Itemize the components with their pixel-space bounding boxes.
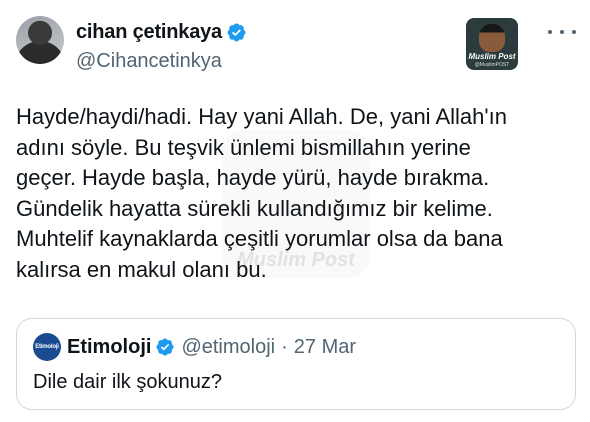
more-options-icon[interactable] — [548, 24, 576, 40]
author-avatar[interactable] — [16, 16, 64, 64]
author-display-name[interactable]: cihan çetinkaya — [76, 21, 222, 44]
quoted-date[interactable]: 27 Mar — [294, 336, 356, 359]
quoted-tweet[interactable]: Etimoloji Etimoloji @etimoloji · 27 Mar … — [16, 318, 576, 410]
source-badge-photo — [479, 24, 505, 52]
quoted-verified-badge-icon — [156, 338, 174, 356]
author-name-row: cihan çetinkaya — [76, 20, 247, 44]
quoted-header: Etimoloji @etimoloji · 27 Mar — [67, 335, 356, 359]
tweet-text: Hayde/haydi/hadi. Hay yani Allah. De, ya… — [16, 104, 507, 282]
quoted-display-name[interactable]: Etimoloji — [67, 336, 151, 359]
source-badge[interactable]: Muslim Post @MuslimPOST — [466, 18, 518, 70]
verified-badge-icon — [227, 23, 246, 41]
author-handle[interactable]: @Cihancetinkya — [76, 50, 222, 73]
quoted-text: Dile dair ilk şokunuz? — [33, 371, 222, 393]
source-badge-subtitle: @MuslimPOST — [474, 62, 510, 68]
quoted-separator: · — [281, 335, 288, 358]
quoted-handle[interactable]: @etimoloji — [181, 336, 275, 359]
quoted-avatar[interactable]: Etimoloji — [33, 333, 61, 361]
tweet-card: cihan çetinkaya @Cihancetinkya Muslim Po… — [0, 0, 590, 422]
source-badge-title: Muslim Post — [468, 52, 516, 61]
